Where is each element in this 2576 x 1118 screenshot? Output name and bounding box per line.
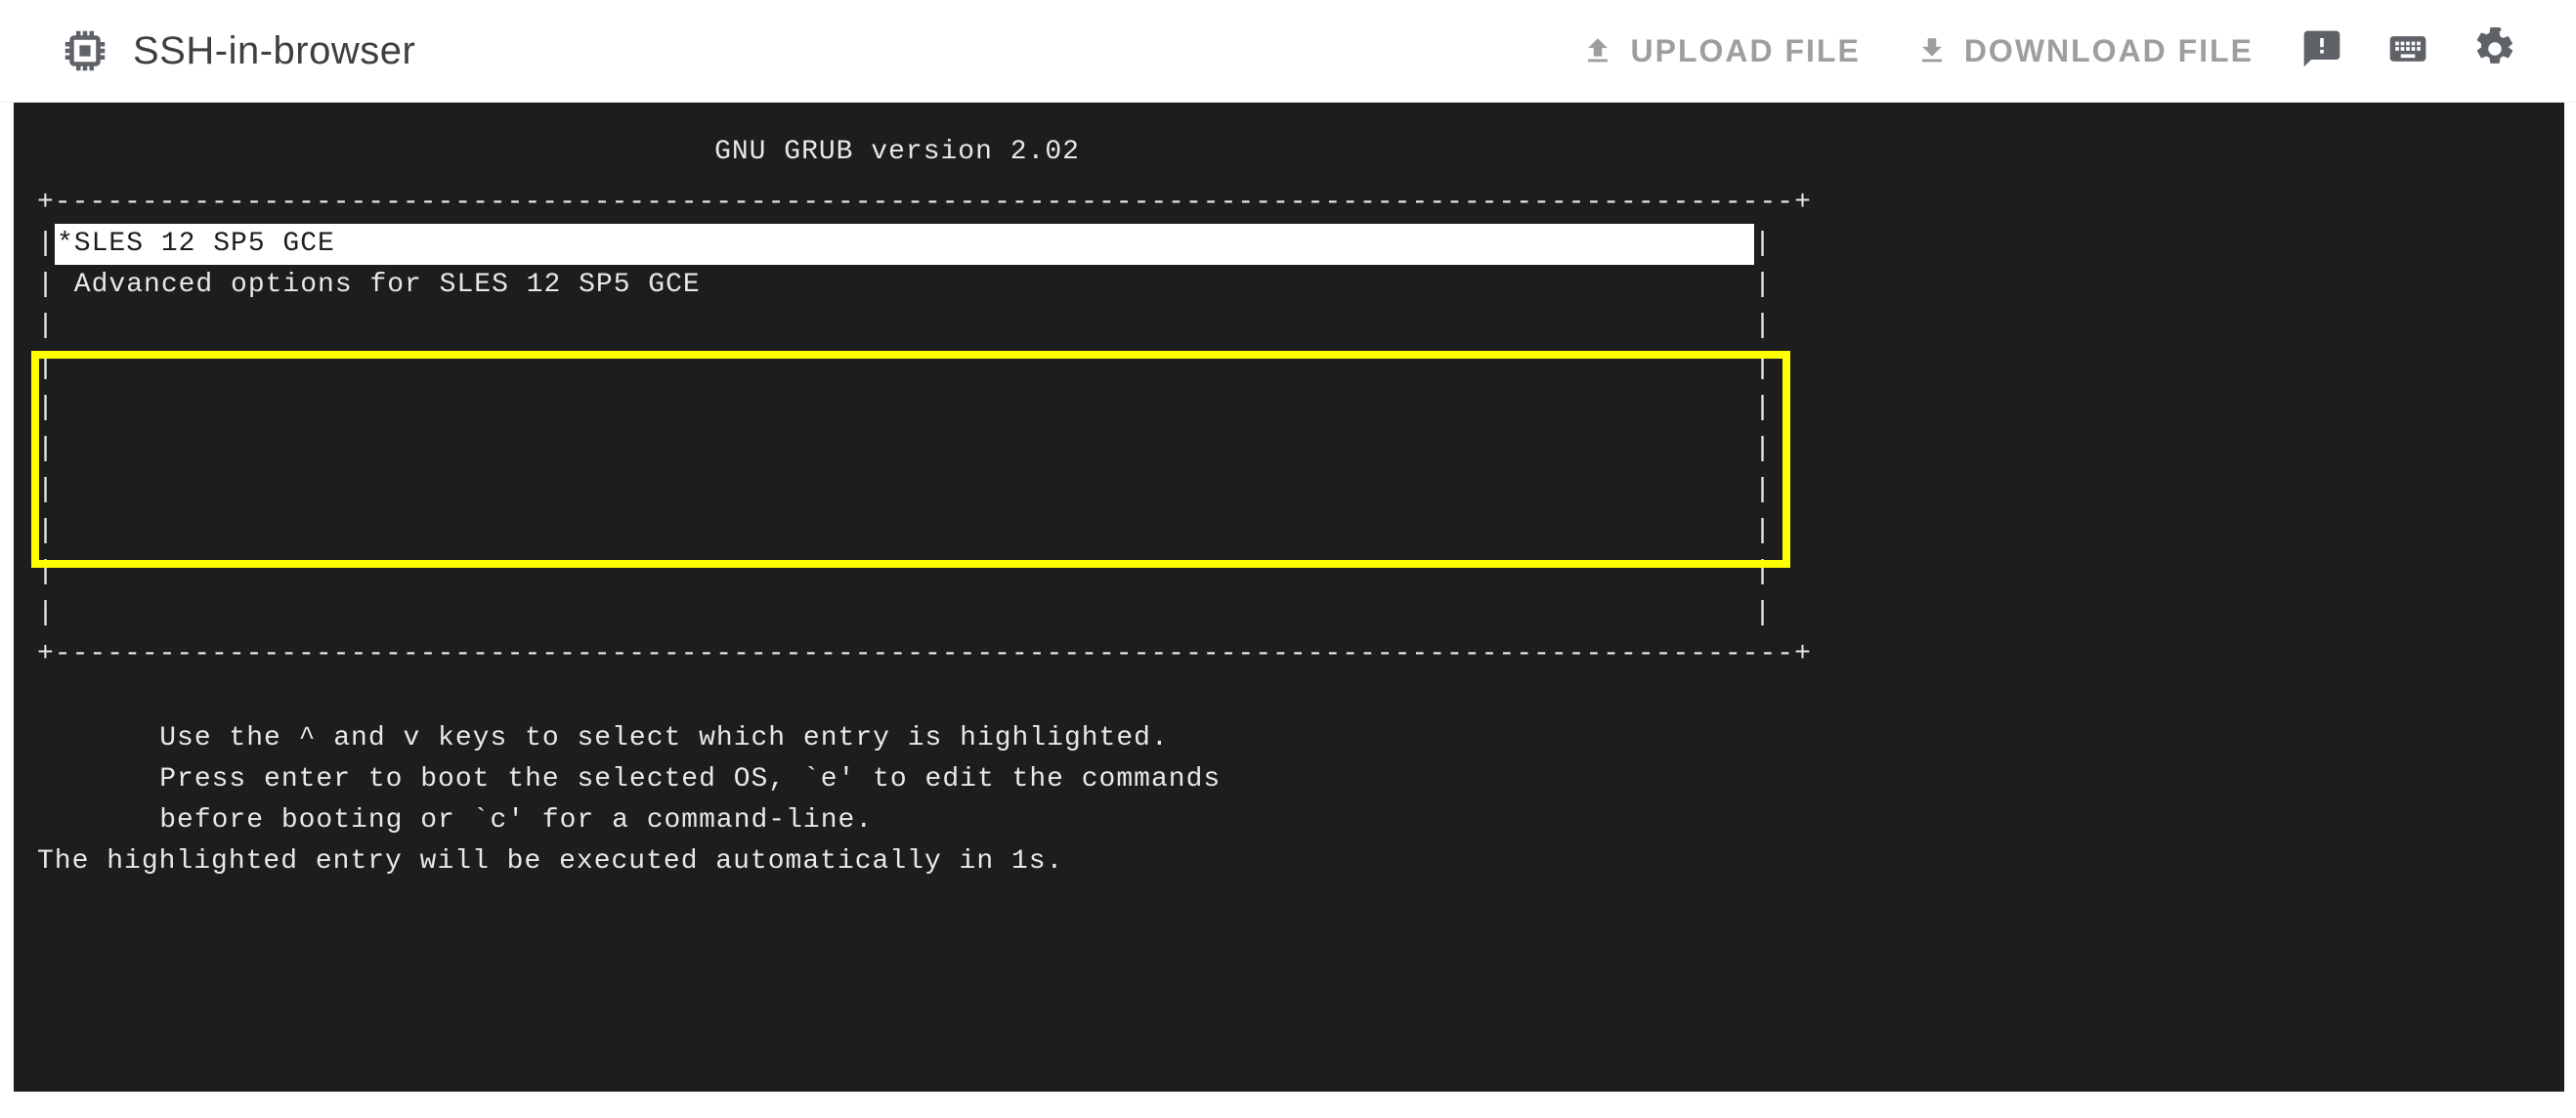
grub-entry-text [55, 470, 1754, 511]
grub-entry-text [55, 552, 1754, 593]
box-side-right: | [1754, 470, 1772, 511]
box-side-right: | [1754, 593, 1772, 634]
grub-hint-line: The highlighted entry will be executed a… [37, 841, 2541, 882]
grub-blank-row: | | [37, 593, 1772, 634]
grub-blank-row: | | [37, 306, 1772, 347]
grub-hint-line: Press enter to boot the selected OS, `e'… [90, 759, 2541, 800]
box-side-left: | [37, 347, 55, 388]
box-side-right: | [1754, 552, 1772, 593]
logo-block: SSH-in-browser [59, 24, 415, 77]
box-side-right: | [1754, 265, 1772, 306]
toolbar: SSH-in-browser UPLOAD FILE DOWNLOAD FILE [0, 0, 2576, 103]
download-file-label: DOWNLOAD FILE [1964, 33, 2254, 69]
grub-blank-row: | | [37, 347, 1772, 388]
box-side-right: | [1754, 306, 1772, 347]
feedback-icon [2300, 27, 2343, 75]
grub-border-bottom: +---------------------------------------… [37, 634, 1772, 675]
grub-blank-row: | | [37, 429, 1772, 470]
download-icon [1915, 34, 1949, 67]
download-file-button[interactable]: DOWNLOAD FILE [1888, 16, 2281, 87]
settings-button[interactable] [2453, 13, 2537, 90]
box-side-right: | [1754, 429, 1772, 470]
box-side-left: | [37, 306, 55, 347]
box-side-right: | [1754, 347, 1772, 388]
box-side-right: | [1754, 511, 1772, 552]
grub-blank-row: | | [37, 388, 1772, 429]
grub-menu-box: +---------------------------------------… [37, 183, 1772, 675]
box-side-left: | [37, 552, 55, 593]
grub-entry-text: Advanced options for SLES 12 SP5 GCE [55, 265, 1754, 306]
grub-blank-row: | | [37, 552, 1772, 593]
box-side-left: | [37, 511, 55, 552]
box-side-left: | [37, 593, 55, 634]
grub-entry-text [55, 388, 1754, 429]
grub-entry-text [55, 347, 1754, 388]
grub-entry-1[interactable]: | Advanced options for SLES 12 SP5 GCE| [37, 265, 1772, 306]
upload-icon [1581, 34, 1614, 67]
grub-entry-text [55, 429, 1754, 470]
box-side-left: | [37, 429, 55, 470]
chip-icon [59, 24, 111, 77]
terminal[interactable]: GNU GRUB version 2.02 +-----------------… [14, 103, 2564, 1092]
box-side-left: | [37, 265, 55, 306]
grub-entry-text: *SLES 12 SP5 GCE [55, 224, 1754, 265]
grub-blank-row: | | [37, 470, 1772, 511]
box-side-right: | [1754, 388, 1772, 429]
grub-blank-row: | | [37, 511, 1772, 552]
box-side-left: | [37, 388, 55, 429]
keyboard-button[interactable] [2363, 14, 2453, 89]
box-side-right: | [1754, 224, 1772, 265]
grub-entry-0[interactable]: |*SLES 12 SP5 GCE| [37, 224, 1772, 265]
upload-file-button[interactable]: UPLOAD FILE [1554, 16, 1887, 87]
grub-title: GNU GRUB version 2.02 [37, 132, 1757, 173]
grub-hints: Use the ^ and v keys to select which ent… [37, 718, 2541, 882]
grub-hint-line: before booting or `c' for a command-line… [90, 800, 2541, 841]
app-title: SSH-in-browser [133, 29, 415, 73]
upload-file-label: UPLOAD FILE [1630, 33, 1860, 69]
box-side-left: | [37, 224, 55, 265]
send-feedback-button[interactable] [2281, 14, 2363, 89]
grub-entry-text [55, 511, 1754, 552]
box-side-left: | [37, 470, 55, 511]
grub-entry-text [55, 593, 1754, 634]
grub-hint-line: Use the ^ and v keys to select which ent… [90, 718, 2541, 759]
grub-entry-text [55, 306, 1754, 347]
grub-border-top: +---------------------------------------… [37, 183, 1772, 224]
keyboard-icon [2383, 27, 2433, 75]
settings-gear-icon [2472, 26, 2517, 76]
